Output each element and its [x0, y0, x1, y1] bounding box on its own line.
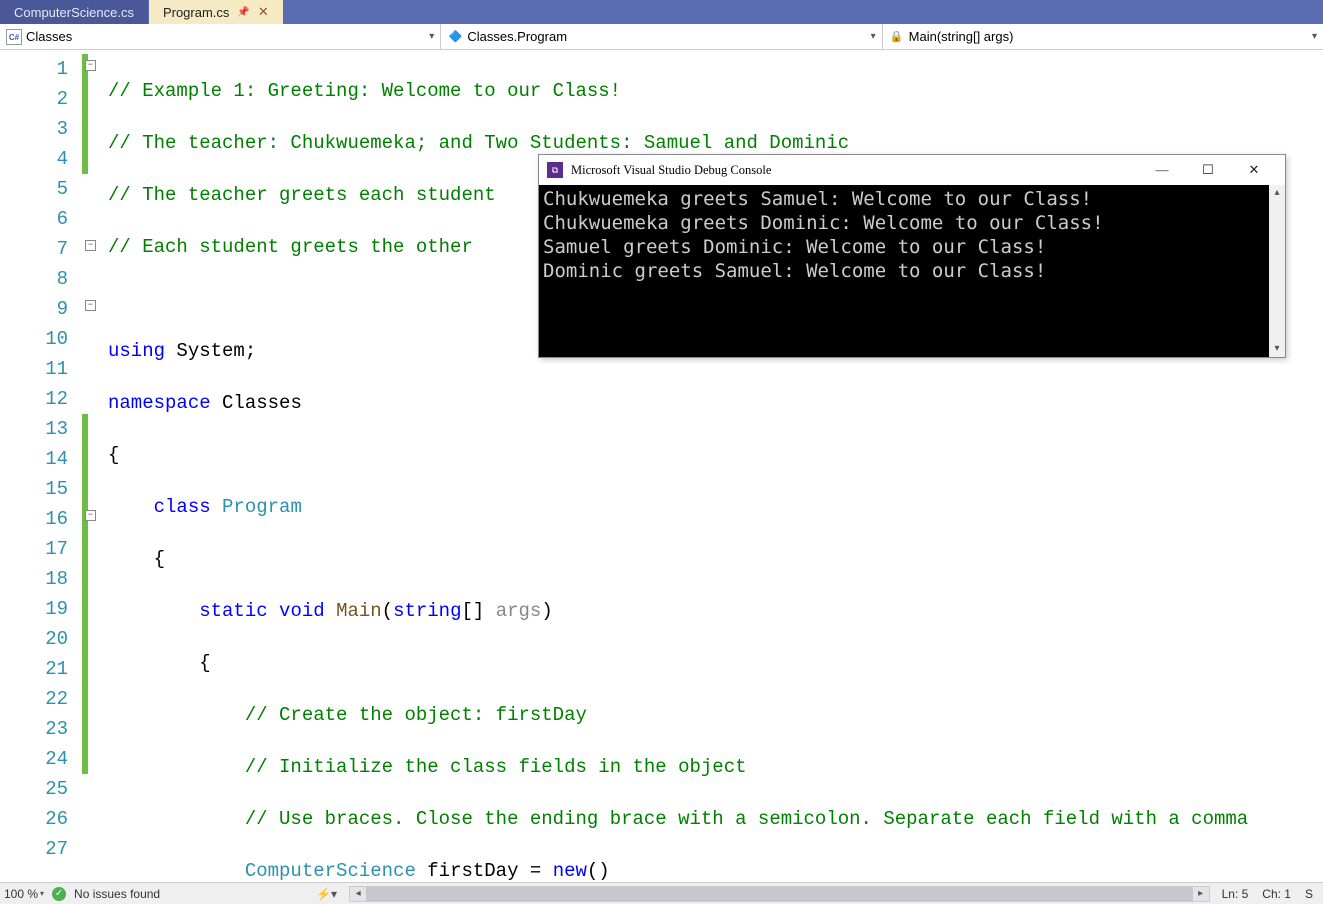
nav-scope[interactable]: C# Classes ▾ — [0, 24, 441, 49]
code-line: // Initialize the class fields in the ob… — [108, 752, 1323, 782]
line-numbers: 1234567891011121314151617181920212223242… — [0, 50, 82, 882]
debug-console-window[interactable]: ⧉ Microsoft Visual Studio Debug Console … — [538, 154, 1286, 358]
code-line: static void Main(string[] args) — [108, 596, 1323, 626]
code-line: namespace Classes — [108, 388, 1323, 418]
ok-icon: ✓ — [52, 887, 66, 901]
close-icon[interactable]: ✕ — [258, 4, 269, 20]
console-titlebar[interactable]: ⧉ Microsoft Visual Studio Debug Console … — [539, 155, 1285, 185]
fold-toggle[interactable]: − — [85, 60, 96, 71]
tab-program[interactable]: Program.cs 📌 ✕ — [149, 0, 283, 24]
zoom-value: 100 % — [4, 887, 38, 901]
nav-class-label: Classes.Program — [467, 29, 567, 44]
code-line: { — [108, 544, 1323, 574]
code-line: // Example 1: Greeting: Welcome to our C… — [108, 80, 621, 102]
scroll-down-icon[interactable]: ▾ — [1269, 341, 1285, 357]
console-scrollbar[interactable]: ▴ ▾ — [1269, 185, 1285, 357]
scroll-left-icon[interactable]: ◂ — [350, 888, 366, 899]
zoom-dropdown[interactable]: 100 % ▾ — [4, 887, 44, 901]
class-icon: 🔷 — [447, 29, 463, 45]
method-icon: 🔒 — [889, 29, 905, 45]
console-output: Chukwuemeka greets Samuel: Welcome to ou… — [539, 185, 1269, 357]
change-marker — [82, 414, 88, 774]
console-title: Microsoft Visual Studio Debug Console — [571, 163, 771, 178]
line-indicator: Ln: 5 — [1222, 887, 1249, 901]
minimize-button[interactable]: — — [1139, 155, 1185, 185]
horizontal-scrollbar[interactable]: ◂ ▸ — [349, 886, 1210, 902]
chevron-down-icon: ▾ — [40, 889, 44, 898]
close-button[interactable]: ✕ — [1231, 155, 1277, 185]
code-line: ComputerScience firstDay = new() — [108, 856, 1323, 882]
code-line: { — [108, 648, 1323, 678]
lightning-icon[interactable]: ⚡▾ — [316, 887, 337, 901]
nav-method-label: Main(string[] args) — [909, 29, 1014, 44]
scroll-thumb[interactable] — [366, 887, 1193, 901]
status-bar: 100 % ▾ ✓ No issues found ⚡▾ ◂ ▸ Ln: 5 C… — [0, 882, 1323, 904]
tab-label: Program.cs — [163, 5, 229, 20]
nav-bar: C# Classes ▾ 🔷 Classes.Program ▾ 🔒 Main(… — [0, 24, 1323, 50]
change-marker — [82, 54, 88, 174]
chevron-down-icon: ▾ — [871, 31, 876, 42]
col-indicator: Ch: 1 — [1262, 887, 1291, 901]
code-line: // Create the object: firstDay — [108, 700, 1323, 730]
nav-class[interactable]: 🔷 Classes.Program ▾ — [441, 24, 882, 49]
code-line: { — [108, 440, 1323, 470]
code-line: class Program — [108, 492, 1323, 522]
tab-label: ComputerScience.cs — [14, 5, 134, 20]
fold-column: − − − − — [82, 50, 108, 882]
tab-computerscience[interactable]: ComputerScience.cs — [0, 0, 149, 24]
chevron-down-icon: ▾ — [1312, 31, 1317, 42]
nav-scope-label: Classes — [26, 29, 72, 44]
chevron-down-icon: ▾ — [429, 31, 434, 42]
code-line: // Each student greets the other — [108, 236, 473, 258]
tab-bar: ComputerScience.cs Program.cs 📌 ✕ — [0, 0, 1323, 24]
fold-toggle[interactable]: − — [85, 240, 96, 251]
code-line: // Use braces. Close the ending brace wi… — [108, 804, 1323, 834]
maximize-button[interactable]: ☐ — [1185, 155, 1231, 185]
scroll-right-icon[interactable]: ▸ — [1193, 888, 1209, 899]
pin-icon[interactable]: 📌 — [237, 7, 249, 18]
selection-indicator: S — [1305, 887, 1313, 901]
code-line: // The teacher greets each student — [108, 184, 496, 206]
csharp-icon: C# — [6, 29, 22, 45]
fold-toggle[interactable]: − — [85, 510, 96, 521]
code-line: // The teacher: Chukwuemeka; and Two Stu… — [108, 132, 849, 154]
vs-icon: ⧉ — [547, 162, 563, 178]
fold-toggle[interactable]: − — [85, 300, 96, 311]
nav-method[interactable]: 🔒 Main(string[] args) ▾ — [883, 24, 1323, 49]
issues-label: No issues found — [74, 887, 160, 901]
scroll-up-icon[interactable]: ▴ — [1269, 185, 1285, 201]
